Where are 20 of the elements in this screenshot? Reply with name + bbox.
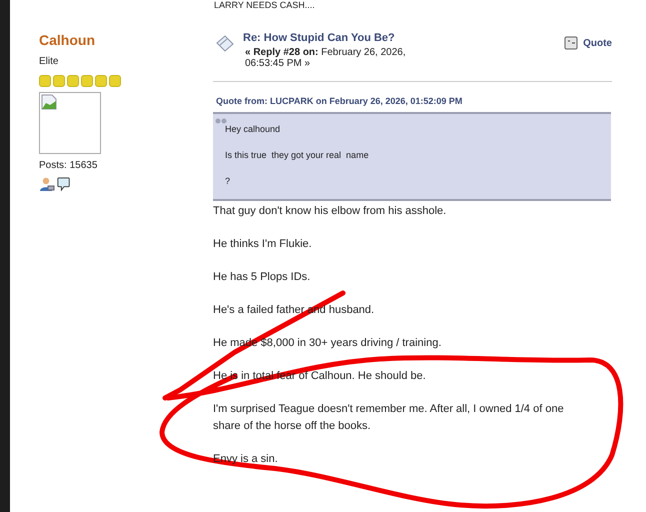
post-paragraph: That guy don't know his elbow from his asshole. [213,204,448,219]
post-count: Posts: 15635 [39,160,98,171]
quote-text: Hey calhound [225,124,282,135]
quote-button[interactable]: Quote [564,36,612,50]
author-rank: Elite [39,56,60,67]
quote-icon [564,36,578,50]
post-paragraph: He thinks I'm Flukie. [213,237,313,252]
speech-bubble-icon[interactable] [57,176,71,192]
quote-text: Is this true they got your real name [225,150,370,161]
quote-text: ? [225,176,232,187]
post-paragraph: I'm surprised Teague doesn't remember me. After all, I owned 1/4 of one share of the horse off the books. [213,402,565,434]
post-icon [214,34,236,54]
broken-image-icon [41,94,57,110]
quote-header: Quote from: LUCPARK on February 26, 2026, 01:52:09 PM [215,96,464,106]
author-name[interactable]: Calhoun [39,32,213,48]
post-date: « Reply #28 on: February 26, 2026, 06:53:45 PM » [244,47,407,69]
post-paragraph: He has 5 Plops IDs. [213,270,312,285]
profile-icon[interactable] [39,176,55,192]
post-text: LARRY NEEDS CASH.... [213,0,316,10]
post-title[interactable]: Re: How Stupid Can You Be? [243,32,564,44]
